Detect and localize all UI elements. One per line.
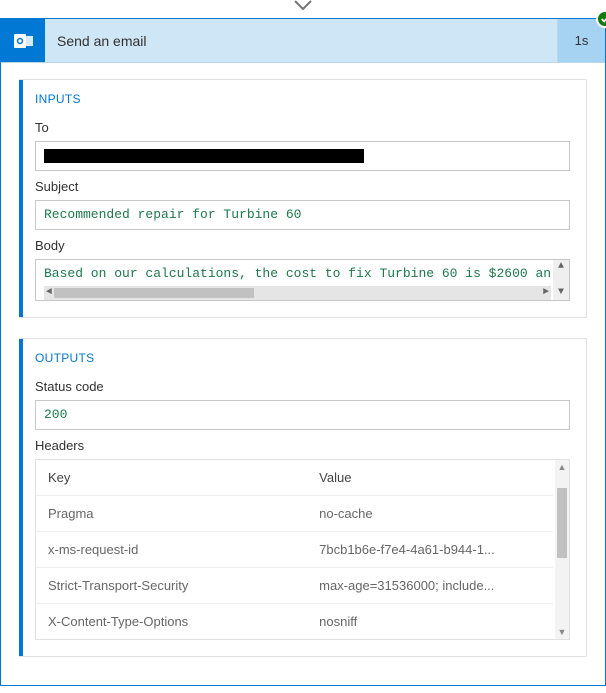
card-header[interactable]: Send an email 1s [1, 19, 605, 63]
headers-table: Key Value Pragmano-cachex-ms-request-id7… [35, 459, 570, 640]
headers-row-key: x-ms-request-id [48, 542, 319, 557]
headers-row-key: X-Content-Type-Options [48, 614, 319, 629]
body-vertical-scrollbar[interactable]: ▲ ▼ [553, 260, 569, 299]
action-card: Send an email 1s INPUTS To Subject Recom… [0, 18, 606, 686]
scroll-right-icon[interactable]: ► [539, 286, 553, 300]
status-code-label: Status code [35, 379, 570, 394]
scroll-thumb[interactable] [54, 288, 254, 298]
headers-row: Pragmano-cache [36, 496, 553, 532]
headers-row: x-ms-request-id7bcb1b6e-f7e4-4a61-b944-1… [36, 532, 553, 568]
headers-row-key: Pragma [48, 506, 319, 521]
outputs-section: OUTPUTS Status code 200 Headers Key Valu… [19, 338, 587, 657]
scroll-up-icon[interactable]: ▲ [555, 460, 569, 474]
outputs-section-title: OUTPUTS [35, 351, 570, 365]
headers-vertical-scrollbar[interactable]: ▲ ▼ [555, 460, 569, 639]
scroll-thumb[interactable] [557, 488, 567, 558]
headers-table-head: Key Value [36, 460, 553, 496]
headers-row-value: max-age=31536000; include... [319, 578, 541, 593]
outlook-icon [1, 19, 45, 62]
subject-value: Recommended repair for Turbine 60 [35, 200, 570, 230]
headers-row: X-Content-Type-Optionsnosniff [36, 604, 553, 639]
headers-row: Strict-Transport-Securitymax-age=3153600… [36, 568, 553, 604]
inputs-section-title: INPUTS [35, 92, 570, 106]
body-horizontal-scrollbar[interactable]: ◄ ► [44, 286, 551, 300]
to-label: To [35, 120, 570, 135]
headers-row-value: no-cache [319, 506, 541, 521]
scroll-down-icon[interactable]: ▼ [555, 625, 569, 639]
headers-key-col: Key [48, 470, 319, 485]
body-value-box: Based on our calculations, the cost to f… [35, 259, 570, 300]
headers-row-value: 7bcb1b6e-f7e4-4a61-b944-1... [319, 542, 541, 557]
to-value [35, 141, 570, 171]
scroll-up-icon[interactable]: ▲ [553, 260, 569, 274]
flow-arrow-down-icon [0, 0, 606, 18]
inputs-section: INPUTS To Subject Recommended repair for… [19, 79, 587, 318]
body-label: Body [35, 238, 570, 253]
status-code-value: 200 [35, 400, 570, 430]
headers-label: Headers [35, 438, 570, 453]
redacted-email [44, 149, 364, 163]
headers-row-value: nosniff [319, 614, 541, 629]
scroll-down-icon[interactable]: ▼ [553, 286, 569, 300]
body-value: Based on our calculations, the cost to f… [44, 265, 551, 283]
subject-label: Subject [35, 179, 570, 194]
headers-row-key: Strict-Transport-Security [48, 578, 319, 593]
card-title: Send an email [45, 19, 557, 62]
headers-value-col: Value [319, 470, 541, 485]
